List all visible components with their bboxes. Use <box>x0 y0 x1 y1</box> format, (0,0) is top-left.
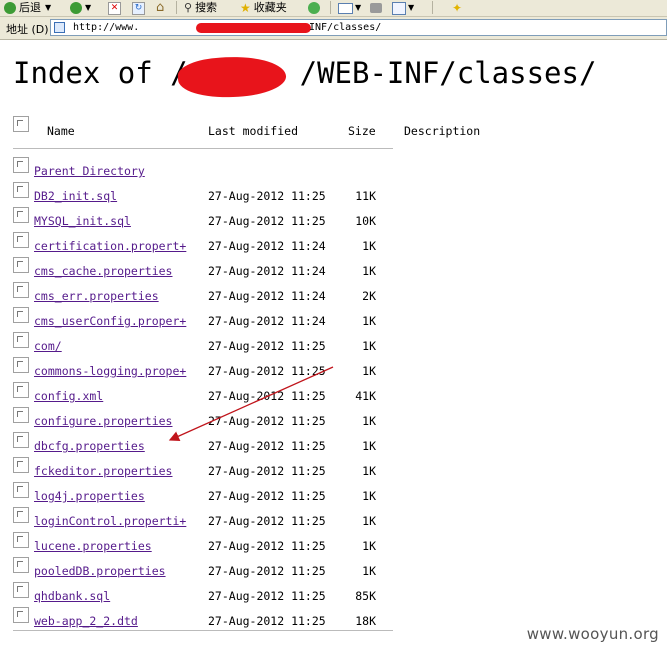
watermark: www.wooyun.org <box>526 625 659 643</box>
annotation-arrow <box>168 366 334 442</box>
arrow-line <box>168 366 334 442</box>
